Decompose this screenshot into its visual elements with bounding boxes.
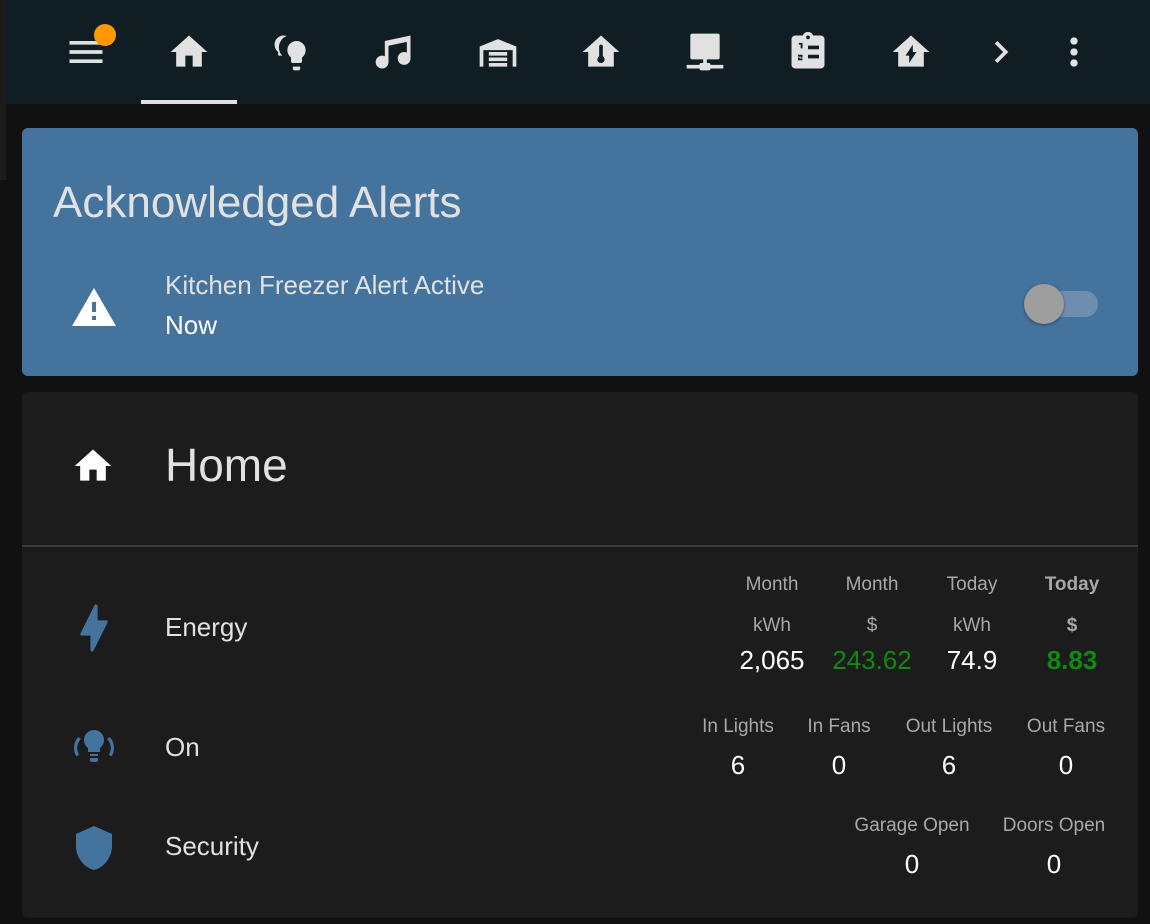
clipboard-list-icon xyxy=(791,31,825,69)
server-network-icon xyxy=(686,33,724,71)
tab-network[interactable] xyxy=(657,0,753,104)
card-title: Acknowledged Alerts xyxy=(53,178,462,227)
card-title: Home xyxy=(165,439,288,491)
home-thermometer-icon xyxy=(582,35,620,67)
stat-value: 0 xyxy=(831,750,847,780)
sidebar-edge xyxy=(0,0,6,180)
home-icon xyxy=(170,35,208,67)
stat-doors-open[interactable]: Doors Open 0 xyxy=(994,815,1114,880)
tab-lists[interactable] xyxy=(760,0,856,104)
lightbulb-group-icon xyxy=(274,35,306,71)
stat-header: Today xyxy=(946,574,998,595)
security-label[interactable]: Security xyxy=(165,831,259,862)
stat-header: Today xyxy=(1044,574,1100,595)
tab-home[interactable] xyxy=(141,0,237,104)
lightbulb-group-icon xyxy=(70,724,118,772)
tab-energy[interactable] xyxy=(863,0,959,104)
stat-value: 0 xyxy=(904,849,920,879)
energy-label[interactable]: Energy xyxy=(165,612,247,643)
stat-unit: kWh xyxy=(953,615,991,636)
alert-time: Now xyxy=(165,310,218,340)
stat-value: 6 xyxy=(730,750,746,780)
stat-header: Out Fans xyxy=(1026,716,1106,737)
home-lightning-icon xyxy=(892,35,930,67)
stat-unit: kWh xyxy=(753,615,791,636)
stat-value: 0 xyxy=(1058,750,1074,780)
stat-value: 2,065 xyxy=(739,645,805,675)
alert-name[interactable]: Kitchen Freezer Alert Active xyxy=(165,270,484,301)
alert-icon xyxy=(70,284,118,332)
stat-month-kwh[interactable]: Month kWh 2,065 xyxy=(730,574,814,676)
lights-on-label[interactable]: On xyxy=(165,732,200,763)
garage-icon xyxy=(479,39,517,67)
dots-vertical-icon xyxy=(1070,37,1078,67)
top-app-bar xyxy=(0,0,1150,180)
stat-header: Month xyxy=(845,574,899,595)
notification-badge xyxy=(94,24,116,46)
overflow-menu-button[interactable] xyxy=(1026,0,1122,104)
stat-value: 243.62 xyxy=(832,645,912,675)
tab-music[interactable] xyxy=(346,0,442,104)
stat-header: Doors Open xyxy=(1002,815,1106,836)
toggle-thumb xyxy=(1024,284,1064,324)
stat-header: Out Lights xyxy=(905,716,993,737)
lightning-bolt-icon xyxy=(70,604,118,652)
stat-in-fans[interactable]: In Fans 0 xyxy=(799,716,879,781)
stat-month-cost[interactable]: Month $ 243.62 xyxy=(830,574,914,676)
alert-toggle[interactable] xyxy=(1024,284,1098,324)
stat-out-fans[interactable]: Out Fans 0 xyxy=(1018,716,1114,781)
stat-header: In Lights xyxy=(702,716,774,737)
tab-lights[interactable] xyxy=(243,0,339,104)
menu-button[interactable] xyxy=(38,0,134,104)
stat-value: 74.9 xyxy=(946,645,998,675)
home-icon xyxy=(71,444,115,488)
stat-in-lights[interactable]: In Lights 6 xyxy=(692,716,784,781)
stat-value: 8.83 xyxy=(1046,645,1098,675)
stat-today-kwh[interactable]: Today kWh 74.9 xyxy=(930,574,1014,676)
tab-garage[interactable] xyxy=(450,0,546,104)
acknowledged-alerts-card: Acknowledged Alerts Kitchen Freezer Aler… xyxy=(22,128,1138,376)
home-card: Home Energy Month kWh 2,065 Month $ 243.… xyxy=(22,392,1138,918)
music-note-icon xyxy=(375,35,411,69)
tab-climate[interactable] xyxy=(553,0,649,104)
stat-out-lights[interactable]: Out Lights 6 xyxy=(896,716,1002,781)
stat-header: In Fans xyxy=(807,716,871,737)
shield-icon xyxy=(70,824,118,872)
chevron-right-icon xyxy=(994,41,1009,63)
stat-value: 6 xyxy=(941,750,957,780)
stat-unit: $ xyxy=(1066,615,1078,636)
stat-today-cost[interactable]: Today $ 8.83 xyxy=(1030,574,1114,676)
stat-value: 0 xyxy=(1046,849,1062,879)
divider xyxy=(22,545,1138,547)
stat-header: Month xyxy=(745,574,799,595)
stat-header: Garage Open xyxy=(854,815,970,836)
stat-garage-open[interactable]: Garage Open 0 xyxy=(848,815,976,880)
stat-unit: $ xyxy=(866,615,878,636)
